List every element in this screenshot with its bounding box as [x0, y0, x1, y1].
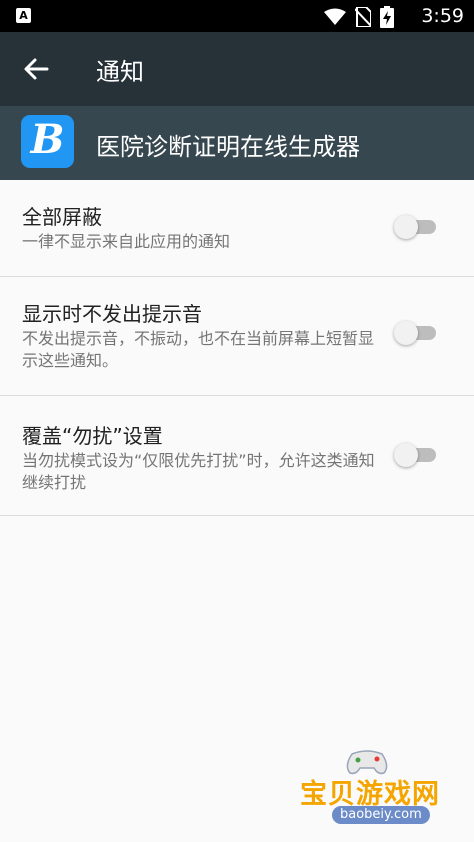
- setting-subtitle: 一律不显示来自此应用的通知: [22, 232, 231, 251]
- wifi-icon: [324, 8, 346, 25]
- notification-app-icon: A: [16, 8, 31, 23]
- setting-title: 全部屏蔽: [22, 205, 102, 229]
- block-all-toggle[interactable]: [394, 212, 440, 242]
- back-arrow-icon[interactable]: [22, 55, 50, 83]
- silent-toggle[interactable]: [394, 318, 440, 348]
- battery-charging-icon: [380, 6, 394, 28]
- no-sim-icon: [355, 7, 371, 27]
- app-icon: B: [21, 115, 74, 168]
- settings-list: 全部屏蔽 一律不显示来自此应用的通知 显示时不发出提示音 不发出提示音，不振动，…: [0, 180, 474, 516]
- watermark-url: baobeiy.com: [332, 806, 430, 824]
- setting-subtitle: 当勿扰模式设为“仅限优先打扰”时，允许这类通知继续打扰: [22, 451, 375, 492]
- status-bar: A 3:59: [0, 0, 474, 32]
- page-title: 通知: [96, 58, 144, 86]
- app-name: 医院诊断证明在线生成器: [96, 133, 360, 161]
- setting-silent[interactable]: 显示时不发出提示音 不发出提示音，不振动，也不在当前屏幕上短暂显示这些通知。: [0, 277, 474, 396]
- setting-title: 显示时不发出提示音: [22, 302, 202, 326]
- setting-override-dnd[interactable]: 覆盖“勿扰”设置 当勿扰模式设为“仅限优先打扰”时，允许这类通知继续打扰: [0, 396, 474, 516]
- app-header: B 医院诊断证明在线生成器: [0, 106, 474, 180]
- clock: 3:59: [421, 5, 464, 27]
- setting-block-all[interactable]: 全部屏蔽 一律不显示来自此应用的通知: [0, 180, 474, 277]
- app-bar: 通知: [0, 32, 474, 106]
- setting-subtitle: 不发出提示音，不振动，也不在当前屏幕上短暂显示这些通知。: [22, 329, 375, 370]
- watermark-logo: 宝贝游戏网 baobeiy.com: [292, 742, 452, 837]
- setting-title: 覆盖“勿扰”设置: [22, 424, 163, 448]
- override-dnd-toggle[interactable]: [394, 440, 440, 470]
